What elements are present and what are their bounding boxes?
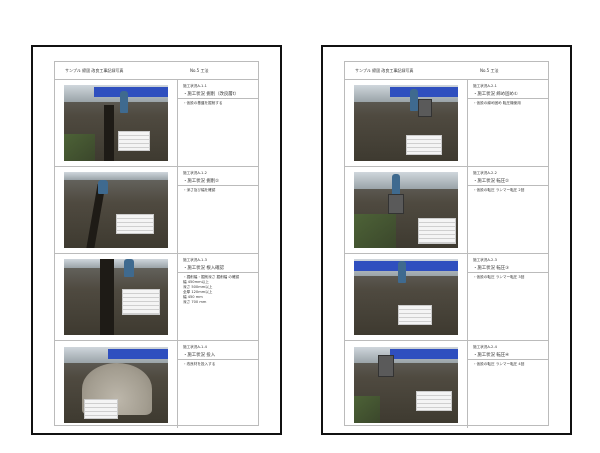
photo-caption: 施工状況A-2-4 ・施工状況 転圧④ ・仮設の転圧 ランマー転圧 4回 — [468, 341, 548, 428]
photo-row: 施工状況A-1-1 ・施工状況 掘削（改良層t） ・仮設の基盤を掘削する — [55, 80, 258, 167]
photo-sheet-right: サンプル 締固 改良工事記録写真 No.5 工法 施工状況A-2-1 ・施工状況… — [344, 61, 549, 428]
site-photo — [64, 259, 168, 335]
right-page: サンプル 締固 改良工事記録写真 No.5 工法 施工状況A-2-1 ・施工状況… — [321, 45, 572, 435]
left-page: サンプル 締固 改良工事記録写真 No.5 工法 施工状況A-1-1 ・施工状況… — [31, 45, 282, 435]
photo-row: 施工状況A-1-2 ・施工状況 掘削② ・深さ及び幅を確認 — [55, 167, 258, 254]
photo-row: 施工状況A-2-3 ・施工状況 転圧③ ・仮設の転圧 ランマー転圧 3回 — [345, 254, 548, 341]
photo-row: 施工状況A-2-1 ・施工状況 締め固め① ・仮設の締め固め 転圧機使用 — [345, 80, 548, 167]
photo-row: 施工状況A-1-4 ・施工状況 投入 ・改良材を投入する — [55, 341, 258, 428]
photo-row: 施工状況A-2-4 ・施工状況 転圧④ ・仮設の転圧 ランマー転圧 4回 — [345, 341, 548, 428]
site-photo — [354, 259, 458, 335]
photo-caption: 施工状況A-1-1 ・施工状況 掘削（改良層t） ・仮設の基盤を掘削する — [178, 80, 258, 166]
site-photo — [64, 172, 168, 248]
photo-caption: 施工状況A-2-2 ・施工状況 転圧② ・仮設の転圧 ランマー転圧 2回 — [468, 167, 548, 253]
photo-sheet-left: サンプル 締固 改良工事記録写真 No.5 工法 施工状況A-1-1 ・施工状況… — [54, 61, 259, 428]
sheet-tag: No.5 工法 — [480, 67, 499, 73]
photo-row: 施工状況A-1-3 ・施工状況 根入確認 ・掘削幅・掘削深さ 掘削幅 の確認 幅… — [55, 254, 258, 341]
sheet-title: サンプル 締固 改良工事記録写真 — [65, 67, 124, 73]
photo-caption: 施工状況A-1-3 ・施工状況 根入確認 ・掘削幅・掘削深さ 掘削幅 の確認 幅… — [178, 254, 258, 340]
sheet-tag: No.5 工法 — [190, 67, 209, 73]
sheet-title: サンプル 締固 改良工事記録写真 — [355, 67, 414, 73]
site-photo — [354, 346, 458, 423]
sheet-header: サンプル 締固 改良工事記録写真 No.5 工法 — [55, 62, 258, 80]
photo-caption: 施工状況A-2-1 ・施工状況 締め固め① ・仮設の締め固め 転圧機使用 — [468, 80, 548, 166]
site-photo — [64, 346, 168, 423]
photo-caption: 施工状況A-2-3 ・施工状況 転圧③ ・仮設の転圧 ランマー転圧 3回 — [468, 254, 548, 340]
photo-row: 施工状況A-2-2 ・施工状況 転圧② ・仮設の転圧 ランマー転圧 2回 — [345, 167, 548, 254]
site-photo — [64, 85, 168, 161]
site-photo — [354, 85, 458, 161]
sheet-header: サンプル 締固 改良工事記録写真 No.5 工法 — [345, 62, 548, 80]
site-photo — [354, 172, 458, 248]
photo-caption: 施工状況A-1-2 ・施工状況 掘削② ・深さ及び幅を確認 — [178, 167, 258, 253]
photo-caption: 施工状況A-1-4 ・施工状況 投入 ・改良材を投入する — [178, 341, 258, 428]
